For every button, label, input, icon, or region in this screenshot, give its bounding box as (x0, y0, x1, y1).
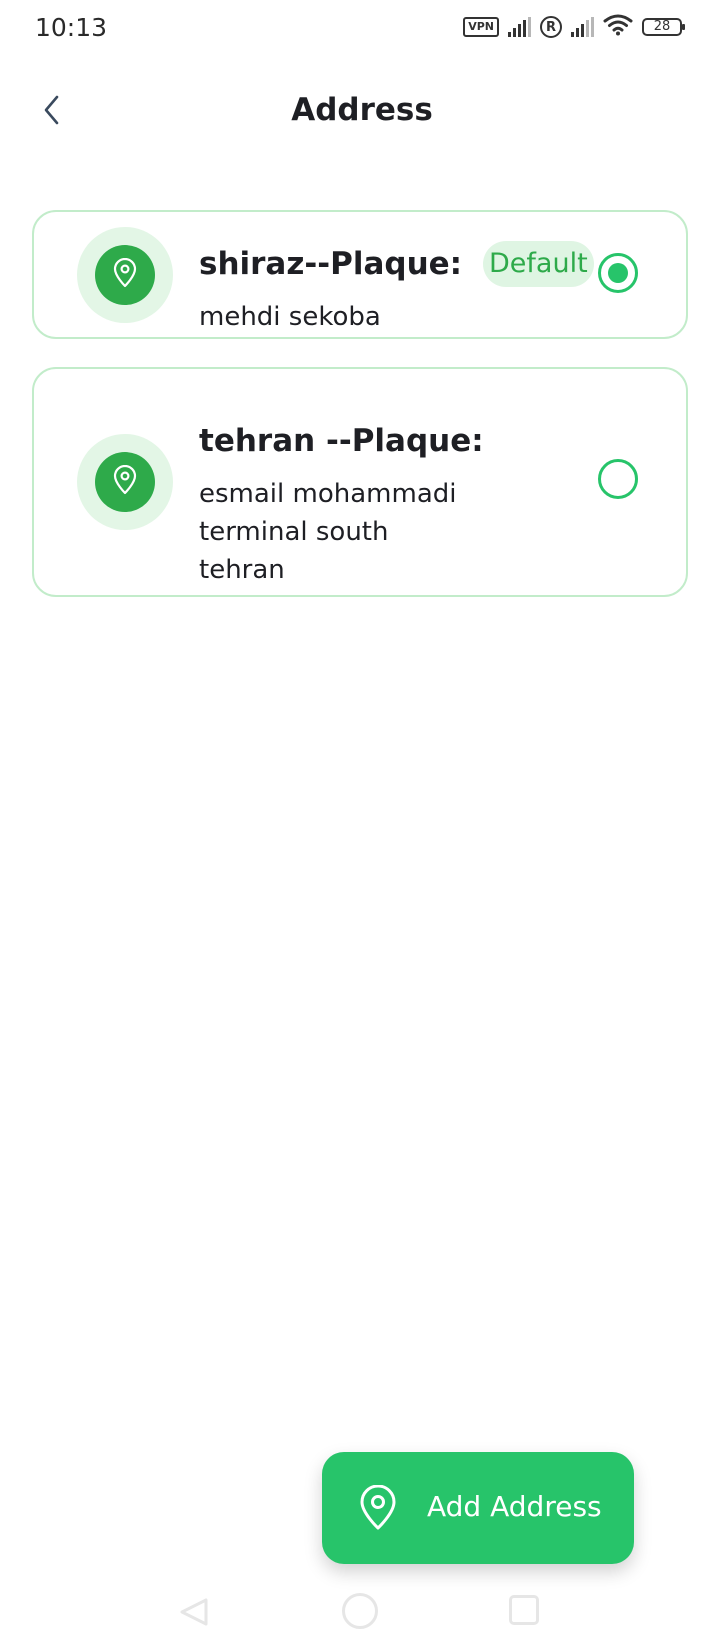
wifi-icon (603, 14, 633, 40)
address-line: esmail mohammadi (199, 479, 457, 509)
add-address-button[interactable]: Add Address (322, 1452, 634, 1564)
address-card[interactable]: tehran --Plaque: esmail mohammadi termin… (32, 367, 688, 597)
nav-home-icon[interactable] (342, 1593, 378, 1629)
address-radio-selected[interactable] (598, 253, 638, 293)
address-list: shiraz--Plaque: mehdi sekoba Default teh… (32, 210, 688, 625)
location-pin-badge (77, 227, 173, 323)
address-line: mehdi sekoba (199, 302, 381, 332)
nav-recents-icon[interactable] (509, 1595, 539, 1625)
location-pin-icon (358, 1484, 398, 1535)
address-details: esmail mohammadi terminal south tehran (199, 475, 456, 589)
status-bar: 10:13 VPN R 28 (0, 0, 720, 54)
vpn-icon: VPN (463, 17, 499, 37)
signal-icon (508, 17, 531, 37)
status-icons: VPN R 28 (463, 14, 685, 40)
address-card[interactable]: shiraz--Plaque: mehdi sekoba Default (32, 210, 688, 339)
address-title: shiraz--Plaque: (199, 246, 463, 282)
address-line: tehran (199, 555, 285, 585)
address-screen: 10:13 VPN R 28 Address shiraz--Plaque: m… (0, 0, 720, 1650)
location-pin-icon (112, 464, 138, 499)
status-time: 10:13 (35, 13, 108, 42)
location-pin-icon (112, 257, 138, 292)
address-radio[interactable] (598, 459, 638, 499)
address-title: tehran --Plaque: (199, 423, 484, 459)
add-address-label: Add Address (427, 1490, 602, 1523)
header: Address (0, 70, 720, 160)
nav-back-icon[interactable] (178, 1596, 210, 1632)
radio-dot (608, 263, 628, 283)
address-line: terminal south (199, 517, 389, 547)
location-pin-badge (77, 434, 173, 530)
roaming-icon: R (540, 16, 562, 38)
system-nav-bar (0, 1580, 720, 1650)
battery-icon: 28 (642, 18, 685, 36)
signal-icon (571, 17, 594, 37)
page-title: Address (291, 92, 433, 128)
address-details: mehdi sekoba (199, 298, 381, 336)
default-badge: Default (483, 241, 594, 287)
